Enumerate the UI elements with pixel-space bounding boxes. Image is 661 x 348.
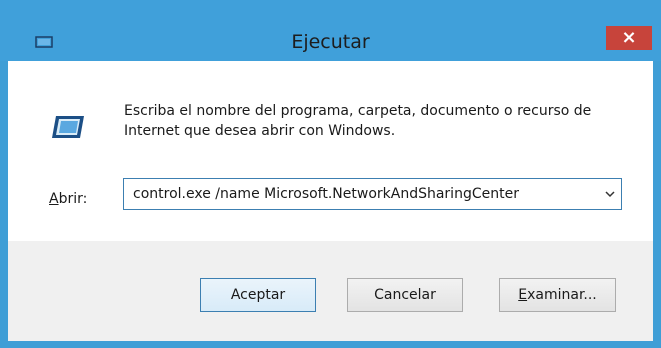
open-input[interactable]: control.exe /name Microsoft.NetworkAndSh… — [133, 186, 519, 202]
close-button[interactable]: × — [606, 26, 652, 50]
open-combobox[interactable]: control.exe /name Microsoft.NetworkAndSh… — [123, 178, 622, 210]
close-icon: × — [621, 27, 637, 48]
run-dialog-window: Ejecutar × Escriba el nombre del program… — [0, 0, 661, 348]
description-text: Escriba el nombre del programa, carpeta,… — [124, 103, 592, 139]
cancel-button[interactable]: Cancelar — [347, 278, 463, 312]
browse-button[interactable]: Examinar... — [499, 278, 616, 312]
title-bar[interactable]: Ejecutar × — [0, 0, 661, 61]
run-program-icon — [52, 116, 84, 138]
open-label: Abrir: — [49, 191, 88, 207]
chevron-down-icon[interactable] — [603, 185, 617, 203]
window-title: Ejecutar — [291, 31, 370, 53]
dialog-body: Escriba el nombre del programa, carpeta,… — [8, 61, 653, 341]
ok-button[interactable]: Aceptar — [200, 278, 316, 312]
